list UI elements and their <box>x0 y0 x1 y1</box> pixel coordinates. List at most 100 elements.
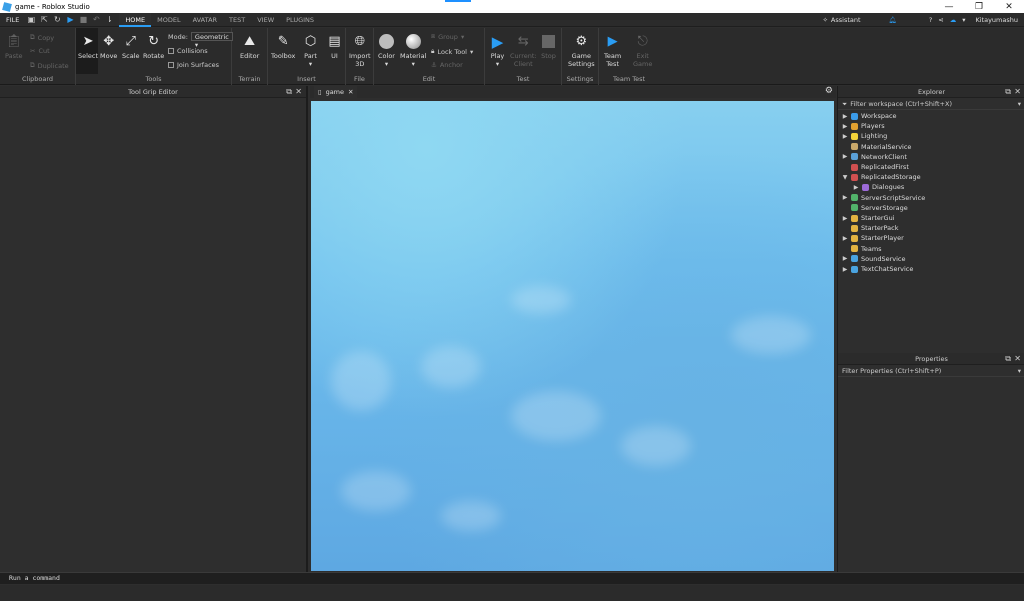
explorer-item[interactable]: ▶ Dialogues <box>853 182 905 192</box>
play-dropdown-icon[interactable]: ▾ <box>496 60 499 68</box>
join-surfaces-checkbox[interactable] <box>168 62 174 68</box>
command-bar[interactable]: Run a command <box>0 572 1024 584</box>
import-3d-button[interactable]: 🌐︎ Import 3D <box>349 33 371 68</box>
explorer-item[interactable]: Teams <box>842 244 882 254</box>
explorer-item[interactable]: ▶ Players <box>842 121 885 131</box>
part-button[interactable]: ⬡ Part ▾ <box>302 33 319 68</box>
scale-tool-button[interactable]: ⤢ Scale <box>122 33 140 60</box>
undo-icon[interactable]: ↶ <box>92 15 100 24</box>
join-surfaces-toggle[interactable]: Join Surfaces <box>168 61 219 69</box>
mode-select[interactable]: Geometric ▾ <box>190 32 233 49</box>
user-name[interactable]: Kitayumashu <box>975 16 1018 24</box>
stop-button[interactable]: Stop <box>540 33 557 60</box>
explorer-item[interactable]: ▶ StarterPlayer <box>842 233 904 243</box>
expand-arrow-icon[interactable]: ▶ <box>842 123 848 130</box>
toolbox-button[interactable]: ✎ Toolbox <box>271 33 295 60</box>
filter-dropdown-icon[interactable]: ▾ <box>1018 100 1021 108</box>
expand-arrow-icon[interactable]: ▶ <box>842 153 848 160</box>
duplicate-button[interactable]: ⧉ Duplicate <box>30 61 69 70</box>
tab-model[interactable]: MODEL <box>151 13 186 27</box>
move-tool-button[interactable]: ✥ Move <box>100 33 117 60</box>
paste-button[interactable]: 📋︎ Paste <box>5 33 23 60</box>
exit-game-button[interactable]: ⎋ Exit Game <box>633 33 652 68</box>
explorer-item[interactable]: ▼ ReplicatedStorage <box>842 172 921 182</box>
expand-arrow-icon[interactable]: ▶ <box>842 133 848 140</box>
current-client-button[interactable]: ⇆ Current: Client <box>510 33 537 68</box>
close-tab-icon[interactable]: ✕ <box>348 88 353 96</box>
properties-filter[interactable]: Filter Properties (Ctrl+Shift+P) ▾ <box>838 366 1024 377</box>
expand-arrow-icon[interactable]: ▶ <box>842 255 848 262</box>
expand-arrow-icon[interactable]: ▶ <box>842 266 848 273</box>
maximize-button[interactable]: ❐ <box>964 0 994 13</box>
explorer-item[interactable]: ▶ SoundService <box>842 254 906 264</box>
file-menu[interactable]: FILE <box>0 16 25 24</box>
explorer-undock-icon[interactable]: ⧉ <box>1005 87 1011 97</box>
explorer-item[interactable]: ▶ Workspace <box>842 111 897 121</box>
material-dropdown-icon[interactable]: ▾ <box>412 60 415 68</box>
play-icon[interactable]: ▶ <box>66 15 74 24</box>
close-icon[interactable]: ✕ <box>295 87 302 96</box>
close-window-button[interactable]: ✕ <box>994 0 1024 13</box>
terrain-editor-button[interactable]: ⛰ Editor <box>240 33 259 60</box>
explorer-item[interactable]: ▶ NetworkClient <box>842 152 907 162</box>
select-tool-button[interactable]: ➤ Select <box>78 33 98 60</box>
cloud-dropdown-icon[interactable]: ▾ <box>962 16 965 24</box>
material-button[interactable]: Material ▾ <box>400 33 426 68</box>
publish-icon[interactable]: ⇱ <box>40 15 48 24</box>
explorer-item[interactable]: ▶ ServerScriptService <box>842 193 926 203</box>
explorer-close-icon[interactable]: ✕ <box>1014 87 1021 96</box>
expand-arrow-icon[interactable]: ▶ <box>853 184 859 191</box>
save-icon[interactable]: ▣ <box>27 15 36 24</box>
group-button[interactable]: ⧈ Group ▾ <box>431 32 464 41</box>
stop-icon[interactable]: ■ <box>79 15 88 24</box>
properties-filter-dropdown-icon[interactable]: ▾ <box>1018 367 1021 375</box>
tab-view[interactable]: VIEW <box>251 13 280 27</box>
viewport-settings-gear-icon[interactable]: ⚙ <box>825 86 833 96</box>
tab-game[interactable]: ▯ game ✕ <box>314 86 358 98</box>
team-test-button[interactable]: ▶ Team Test <box>604 33 621 68</box>
expand-arrow-icon[interactable]: ▶ <box>842 215 848 222</box>
explorer-item[interactable]: MaterialService <box>842 142 911 152</box>
undock-icon[interactable]: ⧉ <box>286 87 292 97</box>
3d-viewport[interactable] <box>311 101 834 571</box>
explorer-item[interactable]: ServerStorage <box>842 203 908 213</box>
help-icon[interactable]: ? <box>929 16 932 24</box>
properties-close-icon[interactable]: ✕ <box>1014 354 1021 363</box>
explorer-item[interactable]: ▶ Lighting <box>842 131 888 141</box>
copy-button[interactable]: ⧉ Copy <box>30 33 54 42</box>
collisions-checkbox[interactable] <box>168 48 174 54</box>
color-button[interactable]: Color ▾ <box>378 33 395 68</box>
cut-button[interactable]: ✂ Cut <box>30 47 50 55</box>
tab-test[interactable]: TEST <box>223 13 251 27</box>
tab-plugins[interactable]: PLUGINS <box>280 13 320 27</box>
explorer-filter[interactable]: ⏷ Filter workspace (Ctrl+Shift+X) ▾ <box>838 99 1024 110</box>
play-button[interactable]: ▶ Play ▾ <box>489 33 506 69</box>
redo-circle-icon[interactable]: ↻ <box>53 15 61 24</box>
minimize-button[interactable]: — <box>934 0 964 13</box>
cloud-icon[interactable]: ☁ <box>950 16 957 24</box>
anchor-button[interactable]: ⚓︎ Anchor <box>431 61 463 69</box>
explorer-item[interactable]: ▶ TextChatService <box>842 264 914 274</box>
explorer-item[interactable]: ▶ StarterGui <box>842 213 895 223</box>
lock-tool-button[interactable]: 🔒︎ Lock Tool ▾ <box>431 47 473 56</box>
expand-arrow-icon[interactable]: ▶ <box>842 235 848 242</box>
tab-home[interactable]: HOME <box>119 12 152 27</box>
expand-arrow-icon[interactable]: ▶ <box>842 194 848 201</box>
rotate-tool-button[interactable]: ↻ Rotate <box>143 33 164 60</box>
tab-avatar[interactable]: AVATAR <box>187 13 223 27</box>
properties-undock-icon[interactable]: ⧉ <box>1005 354 1011 364</box>
explorer-item[interactable]: ReplicatedFirst <box>842 162 909 172</box>
collisions-toggle[interactable]: Collisions <box>168 47 208 55</box>
customize-icon[interactable]: ⇂ <box>105 15 113 24</box>
expand-arrow-icon[interactable]: ▶ <box>842 113 848 120</box>
part-dropdown-icon[interactable]: ▾ <box>309 60 312 68</box>
share-icon[interactable]: ⋖ <box>938 16 943 24</box>
explorer-item[interactable]: StarterPack <box>842 223 899 233</box>
notification-icon[interactable]: 🔔︎ <box>889 16 897 24</box>
game-settings-button[interactable]: ⚙ Game Settings <box>568 33 595 68</box>
color-dropdown-icon[interactable]: ▾ <box>385 60 388 68</box>
assistant-icon[interactable]: ✧ <box>822 16 827 24</box>
expand-arrow-icon[interactable]: ▼ <box>842 174 848 181</box>
assistant-button[interactable]: Assistant <box>831 16 861 24</box>
ui-button[interactable]: ▤ UI <box>326 33 343 60</box>
